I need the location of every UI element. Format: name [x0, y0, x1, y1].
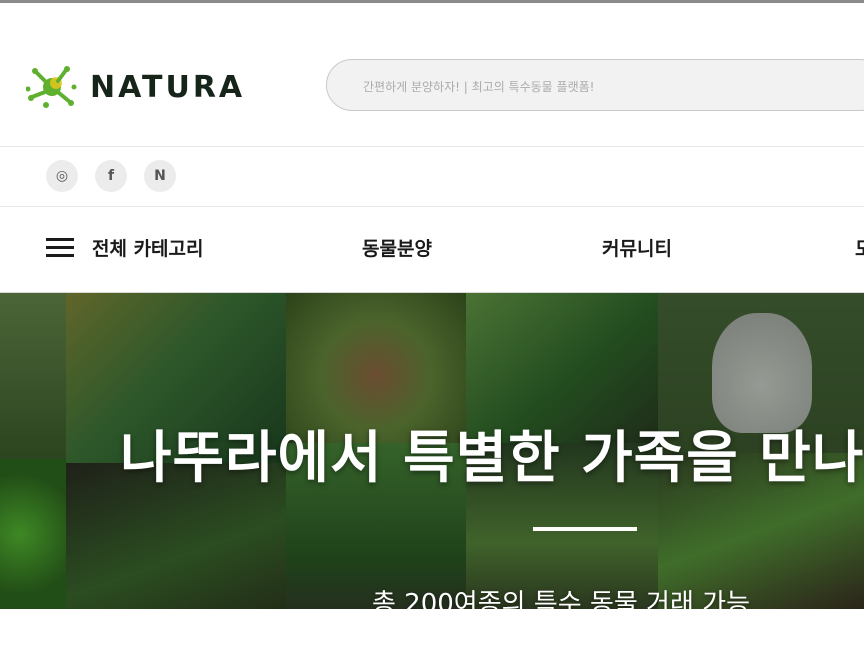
naver-icon[interactable]: N — [144, 160, 176, 192]
nav-item-adoption[interactable]: 동물분양 — [362, 234, 432, 261]
hero-title: 나뚜라에서 특별한 가족을 만나보세요 — [120, 426, 864, 491]
hero-banner: 나뚜라에서 특별한 가족을 만나보세요 총 200여종의 특수 동물 거래 가능 — [0, 293, 864, 609]
site-header: NATURA — [0, 3, 864, 146]
nav-item-community[interactable]: 커뮤니티 — [602, 234, 672, 261]
frog-logo-icon — [26, 66, 77, 108]
hero-divider-bar — [533, 527, 637, 531]
facebook-icon[interactable]: f — [95, 160, 127, 192]
search-input[interactable] — [361, 75, 845, 99]
social-links: ◎ f N — [46, 160, 176, 192]
all-categories-label: 전체 카테고리 — [92, 238, 204, 260]
header-divider — [0, 146, 864, 147]
site-logo[interactable]: NATURA — [26, 65, 245, 109]
hamburger-menu-icon — [46, 237, 74, 259]
brand-name: NATURA — [90, 69, 246, 105]
social-divider — [0, 206, 864, 207]
hero-subtitle: 총 200여종의 특수 동물 거래 가능 — [372, 589, 750, 609]
main-nav: 전체 카테고리 동물분양 커뮤니티 도 — [0, 208, 864, 292]
all-categories-button[interactable]: 전체 카테고리 — [46, 234, 204, 261]
instagram-icon[interactable]: ◎ — [46, 160, 78, 192]
nav-item-more[interactable]: 도 — [855, 234, 864, 261]
search-box[interactable] — [326, 59, 864, 111]
